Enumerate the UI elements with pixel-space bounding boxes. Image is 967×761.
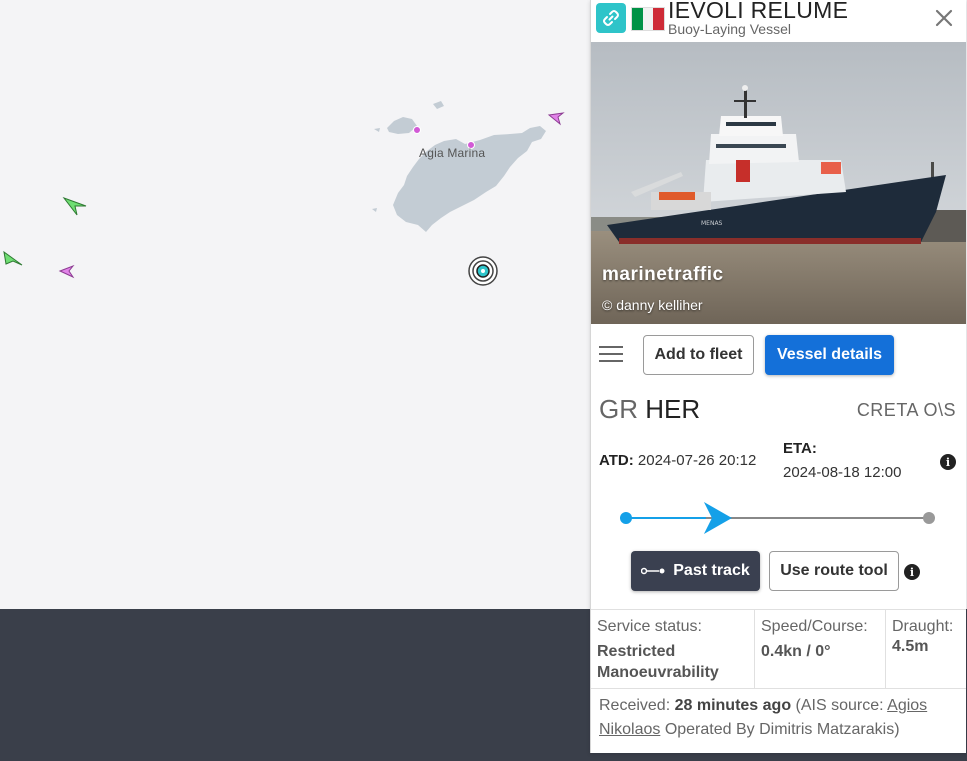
islet-west [374, 128, 380, 132]
speed-course-value: 0.4kn / 0° [761, 643, 831, 660]
destination-code: GR HER [599, 394, 700, 425]
draught-value: 4.5m [892, 638, 929, 655]
received-label: Received: [599, 697, 671, 714]
vessel-marker-pink[interactable] [547, 112, 565, 126]
service-status: Service status: Restricted Manoeuvrabili… [591, 610, 755, 688]
islet-north [433, 101, 444, 109]
map-layer[interactable] [0, 0, 590, 609]
vessel-photo[interactable]: MENAS marinetraffic © danny kelliher [591, 42, 966, 324]
close-button[interactable] [930, 4, 958, 32]
eta-info-icon[interactable]: i [940, 454, 956, 470]
voyage-progress [620, 502, 935, 534]
map-canvas[interactable]: Agia Marina [0, 0, 590, 609]
vessel-marker-green[interactable] [62, 196, 87, 216]
arrival-dot [923, 512, 935, 524]
photo-credit: © danny kelliher [602, 297, 703, 313]
eta-label: ETA: [783, 440, 817, 457]
link-icon [603, 10, 619, 26]
route-tool-button[interactable]: Use route tool [769, 551, 899, 591]
eta-value: 2024-08-18 12:00 [783, 464, 902, 481]
add-to-fleet-button[interactable]: Add to fleet [643, 335, 754, 375]
place-label: Agia Marina [419, 146, 486, 160]
selected-vessel-marker[interactable] [468, 256, 498, 286]
speed-course-label: Speed/Course: [761, 618, 868, 635]
vessel-details-button[interactable]: Vessel details [765, 335, 894, 375]
islet-south [372, 208, 377, 212]
menu-button[interactable] [599, 346, 625, 364]
panel-header: IEVOLI RELUME Buoy-Laying Vessel [591, 0, 966, 42]
departure-dot [620, 512, 632, 524]
destination-country: GR [599, 394, 638, 424]
track-icon [641, 567, 665, 575]
ais-source-prefix: (AIS source: [795, 697, 884, 714]
vessel-marker-green[interactable] [3, 250, 23, 266]
italy-flag-icon [631, 7, 665, 31]
service-status-value: Restricted Manoeuvrability [597, 643, 719, 681]
status-grid: Service status: Restricted Manoeuvrabili… [591, 609, 966, 689]
photo-brand: marinetraffic [602, 264, 724, 285]
port-marker[interactable] [413, 126, 421, 134]
service-status-label: Service status: [597, 618, 702, 635]
vessel-info-panel: IEVOLI RELUME Buoy-Laying Vessel MENAS m… [590, 0, 966, 753]
atd-value: 2024-07-26 20:12 [637, 452, 757, 469]
received-info: Received: 28 minutes ago (AIS source: Ag… [599, 694, 959, 742]
vessel-type: Buoy-Laying Vessel [668, 21, 791, 37]
close-icon [935, 9, 953, 27]
ais-operator: Operated By Dimitris Matzarakis) [664, 721, 900, 738]
destination-name: CRETA O\S [856, 400, 956, 420]
vessel-marker-pink[interactable] [58, 264, 75, 279]
draught: Draught: 4.5m [886, 610, 966, 688]
draught-label: Draught: [892, 618, 954, 635]
island-west [387, 117, 417, 134]
past-track-button[interactable]: Past track [631, 551, 760, 591]
hamburger-icon [599, 346, 623, 348]
past-track-label: Past track [673, 562, 750, 579]
svg-text:MENAS: MENAS [701, 220, 723, 227]
speed-course: Speed/Course: 0.4kn / 0° [755, 610, 886, 688]
atd-label: ATD: [599, 452, 634, 469]
atd: ATD: 2024-07-26 20:12 [599, 452, 756, 469]
received-time: 28 minutes ago [674, 697, 792, 714]
link-button[interactable] [596, 3, 626, 33]
route-info-icon[interactable]: i [904, 564, 920, 580]
destination-port: HER [645, 394, 701, 424]
